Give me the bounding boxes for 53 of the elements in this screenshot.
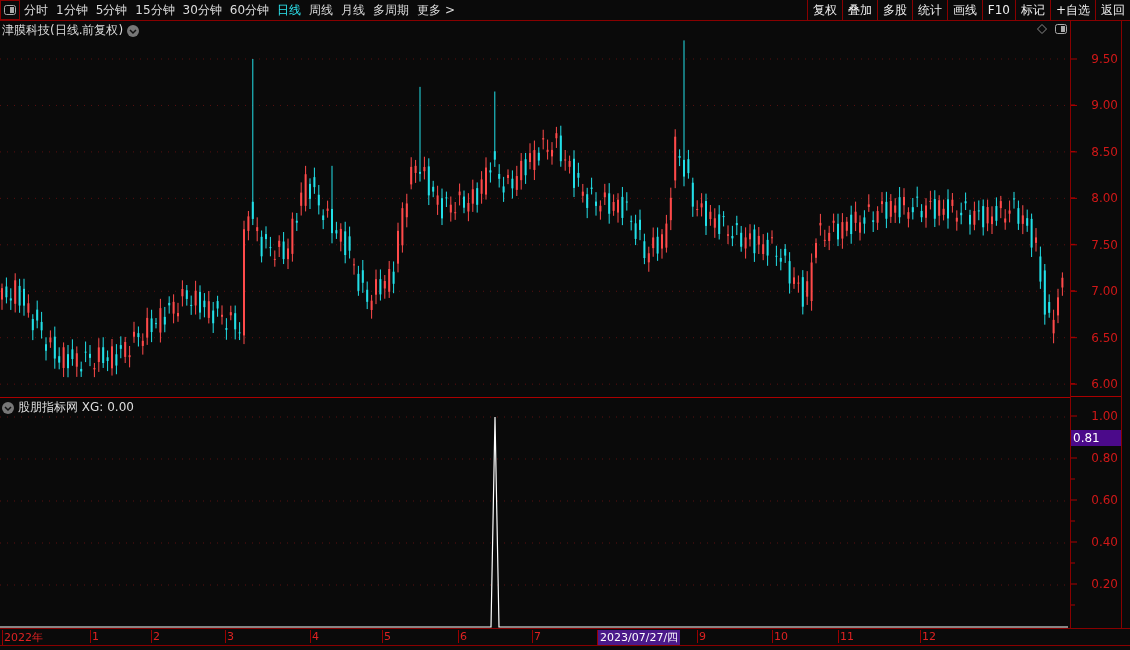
indicator-axis-label: 0.40 xyxy=(1091,535,1118,550)
time-axis-label: 2023/07/27/四 xyxy=(597,630,681,645)
price-axis-label: 6.50 xyxy=(1091,330,1118,345)
time-axis-label: 11 xyxy=(838,630,854,643)
time-axis-label: 1 xyxy=(90,630,99,643)
toolbar-button[interactable]: 返回 xyxy=(1095,0,1130,20)
indicator-axis-label: 0.60 xyxy=(1091,493,1118,508)
indicator-axis-label: 0.20 xyxy=(1091,577,1118,592)
period-tab[interactable]: 1分钟 xyxy=(52,0,92,20)
period-tab[interactable]: 月线 xyxy=(337,0,370,20)
time-axis-label: 5 xyxy=(382,630,391,643)
period-tab[interactable]: 分时 xyxy=(20,0,52,20)
toolbar-button[interactable]: +自选 xyxy=(1049,0,1095,20)
indicator-title: 股朋指标网 XG: 0.00 xyxy=(18,399,134,416)
toolbar-button[interactable]: 叠加 xyxy=(841,0,877,20)
stock-title: 津膜科技(日线.前复权) xyxy=(2,22,124,39)
panel-toggle-icon[interactable] xyxy=(1055,24,1067,34)
time-axis-label: 2022年 xyxy=(2,630,43,645)
time-axis-label: 9 xyxy=(697,630,706,643)
dropdown-icon[interactable] xyxy=(127,24,140,37)
indicator-axis-label: 1.00 xyxy=(1091,409,1118,424)
toolbar-button[interactable]: 多股 xyxy=(876,0,912,20)
cursor-value-label: 0.81 xyxy=(1071,430,1121,447)
toolbar-button[interactable]: 复权 xyxy=(806,0,842,20)
price-axis-label: 8.50 xyxy=(1091,144,1118,159)
period-tab[interactable]: 30分钟 xyxy=(178,0,226,20)
period-tab[interactable]: 更多 > xyxy=(413,0,459,20)
toolbar-button[interactable]: 标记 xyxy=(1014,0,1050,20)
price-axis-label: 7.00 xyxy=(1091,284,1118,299)
time-axis-label: 4 xyxy=(310,630,319,643)
period-tab[interactable]: 多周期 xyxy=(369,0,414,20)
period-tab[interactable]: 周线 xyxy=(305,0,338,20)
price-axis-label: 8.00 xyxy=(1091,191,1118,206)
toolbar-button[interactable]: 统计 xyxy=(911,0,947,20)
time-axis-label: 2 xyxy=(151,630,160,643)
time-axis-label: 6 xyxy=(458,630,467,643)
period-tab[interactable]: 5分钟 xyxy=(91,0,132,20)
toolbar-button[interactable]: F10 xyxy=(981,0,1015,20)
time-axis-label: 3 xyxy=(225,630,234,643)
panel-toggle-icon[interactable] xyxy=(0,0,20,20)
indicator-axis-label: 0.80 xyxy=(1091,451,1118,466)
price-axis-label: 9.00 xyxy=(1091,98,1118,113)
period-tab[interactable]: 日线 xyxy=(273,0,306,20)
dropdown-icon[interactable] xyxy=(2,401,14,414)
period-tab[interactable]: 60分钟 xyxy=(225,0,274,20)
price-axis-label: 9.50 xyxy=(1091,52,1118,66)
price-axis-label: 7.50 xyxy=(1091,237,1118,252)
time-axis-label: 10 xyxy=(772,630,788,643)
time-axis-label: 7 xyxy=(532,630,541,643)
time-axis-label: 12 xyxy=(920,630,936,643)
toolbar-button[interactable]: 画线 xyxy=(946,0,982,20)
period-tab[interactable]: 15分钟 xyxy=(131,0,179,20)
price-axis-label: 6.00 xyxy=(1091,377,1118,392)
